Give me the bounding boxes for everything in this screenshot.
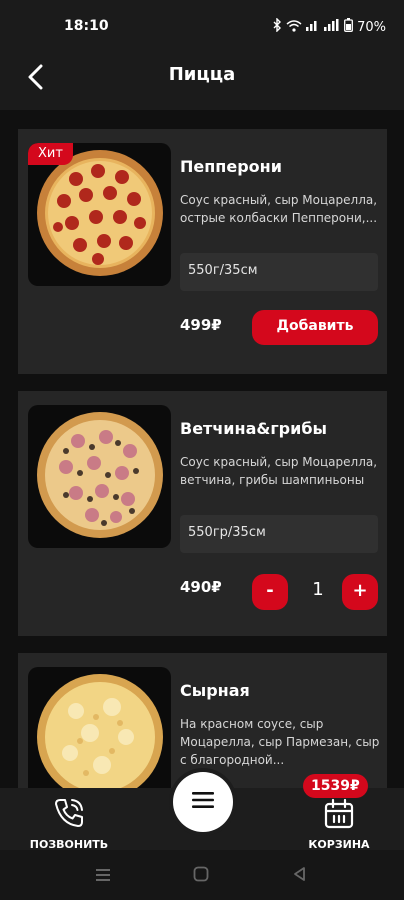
hamburger-menu-icon: [192, 791, 214, 813]
status-time: 18:10: [64, 18, 109, 34]
pepperoni-pizza-image: [37, 150, 163, 276]
product-image[interactable]: [28, 667, 171, 788]
size-select[interactable]: 550гр/35см: [180, 515, 378, 553]
quantity-value: 1: [312, 579, 324, 600]
product-price: 499₽: [180, 316, 222, 334]
product-card-pepperoni[interactable]: Хит Пепперони Соус красный, сыр Моцарелл…: [18, 129, 387, 374]
product-image[interactable]: Хит: [28, 143, 171, 286]
bluetooth-icon: [272, 17, 282, 36]
phone-icon: [52, 796, 86, 834]
page-title: Пицца: [168, 64, 236, 85]
increase-quantity-button[interactable]: +: [342, 574, 378, 610]
recent-apps-icon: [95, 867, 111, 886]
system-back-button[interactable]: [289, 866, 309, 886]
menu-button[interactable]: [173, 772, 233, 832]
bottom-bar: ПОЗВОНИТЬ 1539₽ КОРЗИНА: [0, 772, 404, 851]
call-button[interactable]: ПОЗВОНИТЬ: [24, 794, 114, 851]
product-image[interactable]: [28, 405, 171, 548]
product-name: Ветчина&грибы: [180, 419, 327, 438]
battery-icon: [344, 18, 354, 36]
home-button[interactable]: [191, 866, 211, 886]
size-select[interactable]: 550г/35см: [180, 253, 378, 291]
product-list[interactable]: Хит Пепперони Соус красный, сыр Моцарелл…: [0, 110, 404, 788]
cart-button[interactable]: КОРЗИНА: [294, 794, 384, 851]
product-card-cheese[interactable]: Сырная На красном соусе, сыр Моцарелла, …: [18, 653, 387, 788]
app-header: Пицца: [0, 52, 404, 110]
hit-badge: Хит: [28, 143, 73, 165]
wifi-icon: [286, 19, 302, 36]
cell-signal-icon: [306, 19, 340, 35]
cart-total-badge: 1539₽: [303, 774, 368, 798]
back-triangle-icon: [292, 866, 306, 886]
recent-apps-button[interactable]: [93, 866, 113, 886]
battery-percent: 70%: [357, 19, 386, 35]
status-bar: 18:10 70%: [0, 0, 404, 52]
product-card-ham-mushrooms[interactable]: Ветчина&грибы Соус красный, сыр Моцарелл…: [18, 391, 387, 636]
decrease-quantity-button[interactable]: -: [252, 574, 288, 610]
shopping-basket-icon: [323, 798, 355, 834]
product-description: На красном соусе, сыр Моцарелла, сыр Пар…: [180, 717, 380, 767]
system-nav-bar: [0, 850, 404, 900]
status-icons: 70%: [272, 17, 386, 36]
product-name: Сырная: [180, 681, 250, 700]
ham-mushroom-pizza-image: [37, 412, 163, 538]
home-icon: [193, 866, 209, 886]
product-name: Пепперони: [180, 157, 282, 176]
add-to-cart-button[interactable]: Добавить: [252, 310, 378, 345]
product-description: Соус красный, сыр Моцарелла, ветчина, гр…: [180, 455, 378, 487]
product-price: 490₽: [180, 578, 222, 596]
product-description: Соус красный, сыр Моцарелла, острые колб…: [180, 193, 378, 225]
cheese-pizza-image: [37, 674, 163, 788]
